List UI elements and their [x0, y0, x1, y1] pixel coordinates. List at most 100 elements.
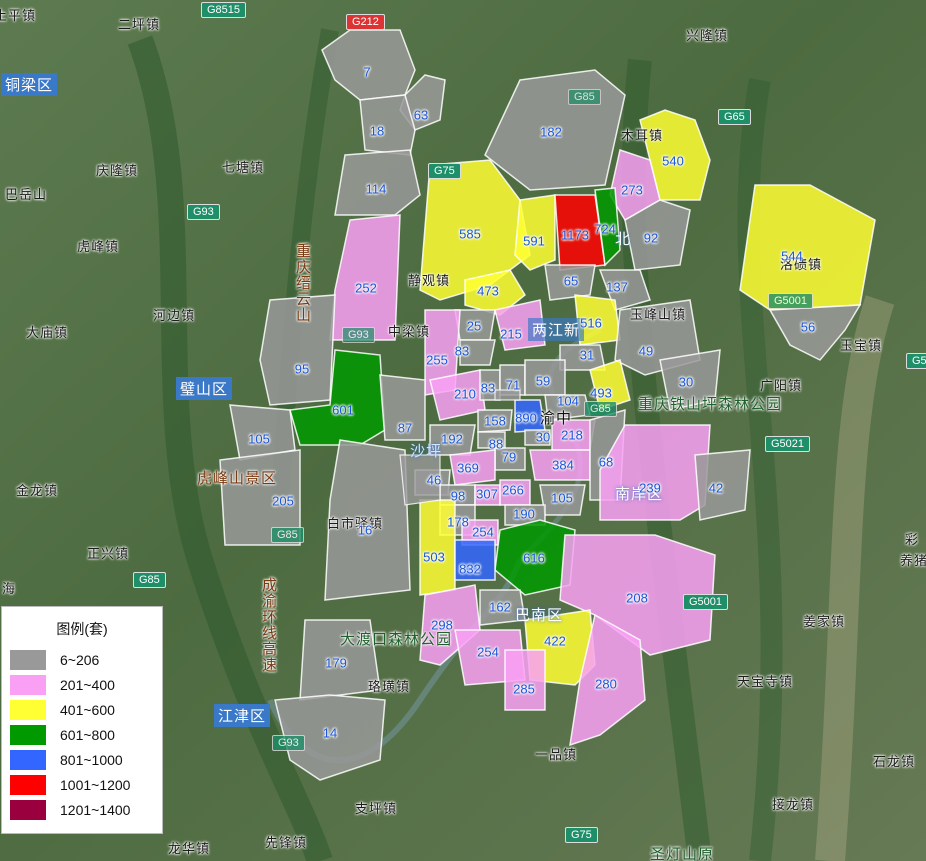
zone-value-label[interactable]: 162 — [489, 600, 511, 615]
zone-value-label[interactable]: 473 — [477, 284, 499, 299]
district-tag: 璧山区 — [176, 377, 233, 400]
zone-value-label[interactable]: 92 — [644, 231, 658, 246]
legend-label: 6~206 — [60, 652, 100, 668]
zone-value-label[interactable]: 832 — [459, 562, 481, 577]
zone-value-label[interactable]: 114 — [366, 182, 387, 197]
zone-value-label[interactable]: 16 — [358, 523, 372, 538]
zone-value-label[interactable]: 18 — [370, 124, 384, 139]
zone-value-label[interactable]: 105 — [551, 491, 573, 506]
zone-value-label[interactable]: 46 — [427, 473, 441, 488]
place-label: 大庙镇 — [26, 325, 69, 340]
legend-label: 401~600 — [60, 702, 115, 718]
zone-value-label[interactable]: 384 — [552, 458, 574, 473]
zone-value-label[interactable]: 544 — [781, 249, 803, 264]
zone-value-label[interactable]: 255 — [426, 353, 448, 368]
place-label: 河边镇 — [153, 308, 196, 323]
legend-label: 1001~1200 — [60, 777, 131, 793]
place-label: 兴隆镇 — [686, 28, 729, 43]
place-label-vertical: 成渝环线高速 — [262, 577, 279, 674]
district-tag: 渝中 — [540, 410, 573, 427]
road-shield: G75 — [565, 827, 598, 843]
place-label: 重庆铁山坪森林公园 — [638, 396, 783, 413]
zone-value-label[interactable]: 307 — [476, 487, 498, 502]
zone-value-label[interactable]: 63 — [414, 108, 428, 123]
zone-value-label[interactable]: 30 — [679, 375, 693, 390]
zone-value-label[interactable]: 503 — [423, 550, 445, 565]
zone-591 — [514, 194, 556, 271]
zone-value-label[interactable]: 14 — [323, 726, 337, 741]
zone-value-label[interactable]: 7 — [363, 65, 370, 80]
place-label: 巴岳山 — [5, 187, 48, 202]
zone-value-label[interactable]: 239 — [639, 481, 661, 496]
legend-label: 601~800 — [60, 727, 115, 743]
zone-value-label[interactable]: 616 — [523, 551, 545, 566]
zone-value-label[interactable]: 273 — [621, 183, 643, 198]
road-shield: G65 — [718, 109, 751, 125]
legend-swatch — [10, 800, 46, 820]
zone-value-label[interactable]: 516 — [580, 316, 602, 331]
zone-value-label[interactable]: 192 — [441, 432, 463, 447]
zone-value-label[interactable]: 179 — [325, 656, 347, 671]
zone-value-label[interactable]: 252 — [355, 281, 377, 296]
zone-value-label[interactable]: 591 — [523, 234, 545, 249]
place-label: 虎峰镇 — [77, 239, 120, 254]
zone-value-label[interactable]: 83 — [455, 344, 469, 359]
zone-value-label[interactable]: 71 — [506, 378, 520, 393]
zone-value-label[interactable]: 422 — [544, 634, 566, 649]
zone-value-label[interactable]: 298 — [431, 618, 453, 633]
zone-value-label[interactable]: 208 — [626, 591, 648, 606]
road-shield: G212 — [346, 14, 385, 30]
zone-value-label[interactable]: 493 — [590, 386, 612, 401]
zone-value-label[interactable]: 218 — [561, 428, 583, 443]
road-shield: G8515 — [201, 2, 247, 18]
zone-value-label[interactable]: 137 — [606, 280, 628, 295]
zone-value-label[interactable]: 601 — [332, 403, 354, 418]
zone-value-label[interactable]: 285 — [513, 682, 535, 697]
place-label: 玉峰山镇 — [630, 307, 687, 322]
zone-value-label[interactable]: 87 — [398, 421, 412, 436]
zone-value-label[interactable]: 49 — [639, 344, 653, 359]
zone-value-label[interactable]: 1173 — [561, 228, 589, 243]
zone-value-label[interactable]: 79 — [502, 450, 516, 465]
place-label: 广阳镇 — [760, 378, 803, 393]
legend-swatch — [10, 650, 46, 670]
zone-value-label[interactable]: 215 — [500, 327, 522, 342]
zone-value-label[interactable]: 158 — [484, 414, 506, 429]
place-label: 养猪 — [900, 553, 926, 568]
road-shield: G85 — [584, 401, 617, 417]
zone-value-label[interactable]: 210 — [454, 387, 476, 402]
zone-value-label[interactable]: 95 — [295, 362, 309, 377]
zone-value-label[interactable]: 31 — [580, 348, 594, 363]
zone-value-label[interactable]: 890 — [515, 411, 537, 426]
zone-value-label[interactable]: 266 — [502, 483, 524, 498]
district-tag: 两江新 — [528, 318, 585, 341]
zone-value-label[interactable]: 182 — [540, 125, 562, 140]
zone-value-label[interactable]: 190 — [513, 507, 535, 522]
place-label: 七塘镇 — [222, 160, 265, 175]
zone-value-label[interactable]: 254 — [472, 525, 494, 540]
place-label: 中梁镇 — [388, 324, 431, 339]
place-label: 庆隆镇 — [96, 163, 139, 178]
zone-value-label[interactable]: 25 — [467, 319, 481, 334]
zone-value-label[interactable]: 178 — [447, 515, 469, 530]
zone-value-label[interactable]: 369 — [457, 461, 479, 476]
zone-value-label[interactable]: 68 — [599, 455, 613, 470]
road-shield: G75 — [428, 163, 461, 179]
zone-value-label[interactable]: 585 — [459, 227, 481, 242]
map-stage[interactable]: 土平镇 二坪镇 庆隆镇 七塘镇 巴岳山 虎峰镇 河边镇 大庙镇 中梁镇 虎峰山景… — [0, 0, 926, 861]
zone-value-label[interactable]: 30 — [536, 430, 550, 445]
zone-value-label[interactable]: 56 — [801, 320, 815, 335]
zone-value-label[interactable]: 42 — [709, 481, 723, 496]
zone-value-label[interactable]: 98 — [451, 489, 465, 504]
zone-value-label[interactable]: 105 — [248, 432, 270, 447]
zone-value-label[interactable]: 254 — [477, 645, 499, 660]
zone-value-label[interactable]: 205 — [272, 494, 294, 509]
zone-value-label[interactable]: 280 — [595, 677, 617, 692]
zone-value-label[interactable]: 83 — [481, 381, 495, 396]
zone-value-label[interactable]: 724 — [594, 222, 616, 237]
zone-value-label[interactable]: 65 — [564, 274, 578, 289]
zone-value-label[interactable]: 104 — [557, 394, 579, 409]
zone-value-label[interactable]: 59 — [536, 374, 550, 389]
zone-value-label[interactable]: 540 — [662, 154, 684, 169]
place-label: 静观镇 — [408, 273, 451, 288]
